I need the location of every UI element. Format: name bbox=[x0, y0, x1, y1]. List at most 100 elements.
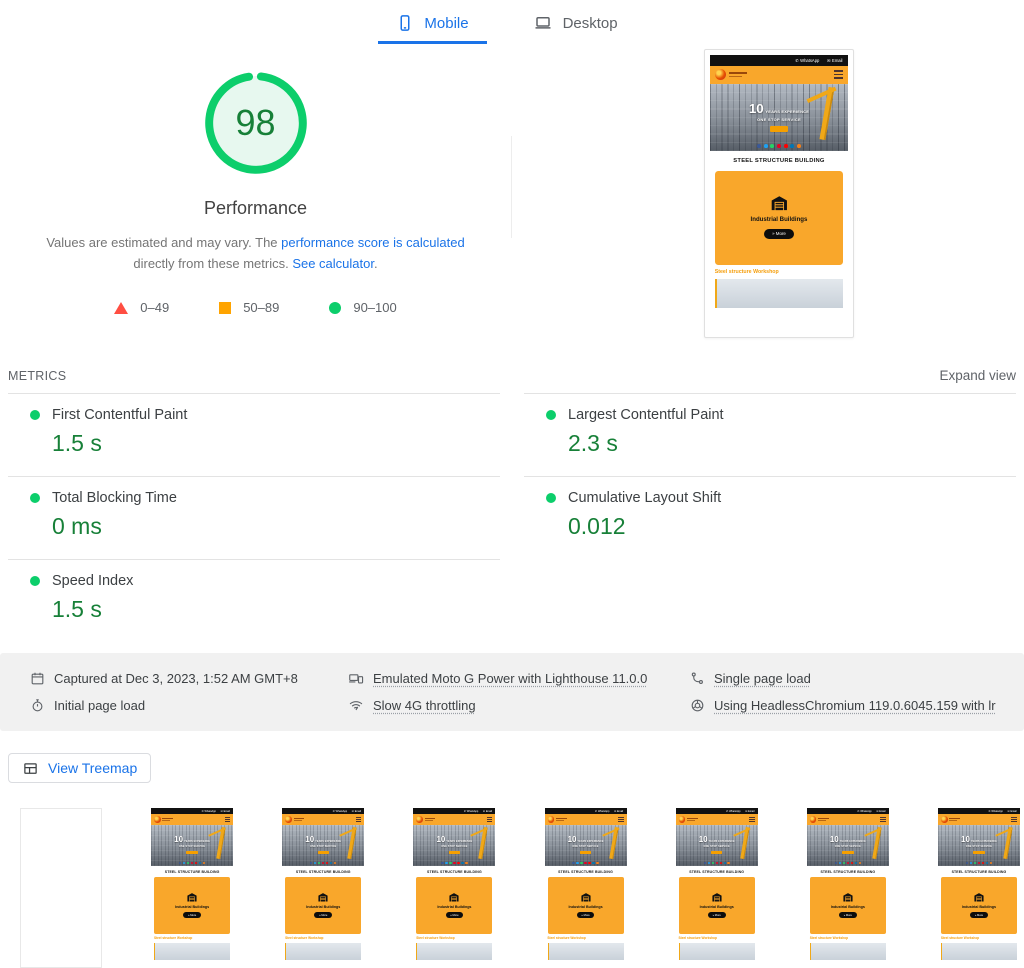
hero-image: 10YEARS EXPERIENCE ONE STOP SERVICE bbox=[282, 825, 364, 865]
final-screenshot-thumbnail[interactable]: ✆WhatsApp ✉Email 10YEARS EXPERIENCE ONE … bbox=[704, 49, 854, 338]
card-more-button: » More bbox=[183, 912, 201, 918]
site-logo-text bbox=[818, 818, 880, 821]
workshop-link: Steel structure Workshop bbox=[547, 936, 623, 940]
category-card: Industrial Buildings » More bbox=[416, 877, 492, 933]
metrics-section-title: METRICS bbox=[8, 369, 66, 383]
filmstrip-frame: ✆WhatsApp ✉Email 10YEARS EXPERIENCE ONE … bbox=[938, 808, 1020, 968]
filmstrip: ✆WhatsApp ✉Email 10YEARS EXPERIENCE ONE … bbox=[0, 808, 1024, 968]
whatsapp-icon: ✆ bbox=[202, 810, 204, 813]
view-treemap-button[interactable]: View Treemap bbox=[8, 753, 151, 783]
hero-line: ONE STOP SERVICE bbox=[757, 117, 801, 122]
throttling-item[interactable]: Slow 4G throttling bbox=[348, 693, 690, 717]
preview-heading: STEEL STRUCTURE BUILDING bbox=[151, 866, 233, 878]
mobile-phone-icon bbox=[396, 14, 414, 32]
hero-line: ONE STOP SERVICE bbox=[179, 845, 205, 848]
legend-square-icon bbox=[219, 302, 231, 314]
preview-topbar: ✆WhatsApp ✉Email bbox=[710, 55, 848, 66]
hero-button bbox=[973, 851, 984, 855]
single-page-load-item[interactable]: Single page load bbox=[690, 666, 1024, 690]
tab-mobile[interactable]: Mobile bbox=[378, 6, 486, 44]
category-card: Industrial Buildings » More bbox=[715, 171, 843, 265]
whatsapp-icon: ✆ bbox=[464, 810, 466, 813]
card-more-button: » More bbox=[446, 912, 464, 918]
card-more-button: » More bbox=[314, 912, 332, 918]
metric-pass-icon bbox=[30, 493, 40, 503]
email-icon: ✉ bbox=[745, 810, 747, 813]
chromium-version-item[interactable]: Using HeadlessChromium 119.0.6045.159 wi… bbox=[690, 693, 1024, 717]
social-icons-row bbox=[282, 862, 364, 864]
hero-subtitle: YEARS EXPERIENCE bbox=[971, 840, 997, 843]
performance-score-link[interactable]: performance score is calculated bbox=[281, 235, 465, 250]
metric-value: 2.3 s bbox=[524, 430, 1016, 457]
metrics-grid: First Contentful Paint 1.5 s Total Block… bbox=[8, 393, 1016, 642]
capture-info-bar: Captured at Dec 3, 2023, 1:52 AM GMT+8 I… bbox=[0, 653, 1024, 731]
metric-name: Speed Index bbox=[52, 573, 133, 589]
card-more-button: » More bbox=[839, 912, 857, 918]
network-throttling-icon bbox=[348, 698, 364, 713]
desktop-laptop-icon bbox=[533, 14, 553, 32]
topbar-label: Email bbox=[832, 58, 842, 63]
preview-heading: STEEL STRUCTURE BUILDING bbox=[413, 866, 495, 878]
preview-heading: STEEL STRUCTURE BUILDING bbox=[710, 151, 848, 171]
tab-label: Desktop bbox=[563, 15, 618, 32]
site-logo-text bbox=[556, 818, 618, 821]
stopwatch-icon bbox=[30, 698, 45, 713]
whatsapp-icon: ✆ bbox=[857, 810, 859, 813]
card-title: Industrial Buildings bbox=[831, 905, 865, 909]
email-icon: ✉ bbox=[352, 810, 354, 813]
hero-image: 10YEARS EXPERIENCE ONE STOP SERVICE bbox=[676, 825, 758, 865]
social-icons-row bbox=[807, 862, 889, 864]
hero-subtitle: YEARS EXPERIENCE bbox=[709, 840, 735, 843]
category-card: Industrial Buildings » More bbox=[285, 877, 361, 933]
hero-line: ONE STOP SERVICE bbox=[704, 845, 730, 848]
filmstrip-frame: ✆WhatsApp ✉Email 10YEARS EXPERIENCE ONE … bbox=[545, 808, 627, 968]
topbar-label: WhatsApp bbox=[800, 58, 819, 63]
preview-navbar bbox=[282, 814, 364, 825]
filmstrip-frame: ✆WhatsApp ✉Email 10YEARS EXPERIENCE ONE … bbox=[282, 808, 364, 968]
see-calculator-link[interactable]: See calculator bbox=[292, 256, 374, 271]
topbar-label: Email bbox=[617, 810, 623, 813]
preview-heading: STEEL STRUCTURE BUILDING bbox=[282, 866, 364, 878]
card-more-button: » More bbox=[970, 912, 988, 918]
card-title: Industrial Buildings bbox=[568, 905, 602, 909]
card-title: Industrial Buildings bbox=[700, 905, 734, 909]
site-logo-text bbox=[294, 818, 356, 821]
legend-range: 90–100 bbox=[353, 300, 396, 315]
metric-first-contentful-paint: First Contentful Paint 1.5 s bbox=[8, 393, 500, 476]
topbar-label: WhatsApp bbox=[860, 810, 871, 813]
topbar-label: WhatsApp bbox=[336, 810, 347, 813]
legend-item-fail: 0–49 bbox=[114, 300, 169, 315]
tab-desktop[interactable]: Desktop bbox=[515, 6, 636, 44]
warehouse-icon bbox=[187, 893, 197, 902]
site-logo bbox=[285, 816, 292, 823]
hero-subtitle: YEARS EXPERIENCE bbox=[577, 840, 603, 843]
performance-score-gauge[interactable]: 98 bbox=[203, 70, 309, 176]
social-icons-row bbox=[151, 862, 233, 864]
category-card: Industrial Buildings » More bbox=[548, 877, 624, 933]
performance-score-value: 98 bbox=[203, 70, 309, 176]
card-more-button: » More bbox=[577, 912, 595, 918]
filmstrip-frame: ✆WhatsApp ✉Email 10YEARS EXPERIENCE ONE … bbox=[413, 808, 495, 968]
hero-subtitle: YEARS EXPERIENCE bbox=[184, 840, 210, 843]
metric-name: First Contentful Paint bbox=[52, 407, 187, 423]
treemap-icon bbox=[22, 761, 39, 776]
warehouse-icon bbox=[581, 893, 591, 902]
emulated-device-item[interactable]: Emulated Moto G Power with Lighthouse 11… bbox=[348, 666, 690, 690]
warehouse-icon bbox=[449, 893, 459, 902]
card-title: Industrial Buildings bbox=[437, 905, 471, 909]
expand-view-button[interactable]: Expand view bbox=[939, 368, 1016, 383]
metric-value: 1.5 s bbox=[8, 596, 500, 623]
workshop-link: Steel structure Workshop bbox=[810, 936, 886, 940]
hero-button bbox=[842, 851, 853, 855]
site-preview-page: ✆WhatsApp ✉Email 10YEARS EXPERIENCE ONE … bbox=[282, 808, 364, 968]
site-logo bbox=[416, 816, 423, 823]
metric-name: Total Blocking Time bbox=[52, 490, 177, 506]
topbar-label: Email bbox=[486, 810, 492, 813]
menu-icon bbox=[1011, 817, 1017, 822]
device-tabs: Mobile Desktop bbox=[0, 0, 1024, 44]
metric-total-blocking-time: Total Blocking Time 0 ms bbox=[8, 476, 500, 559]
menu-icon bbox=[487, 817, 493, 822]
preview-navbar bbox=[676, 814, 758, 825]
whatsapp-icon: ✆ bbox=[726, 810, 728, 813]
topbar-label: Email bbox=[355, 810, 361, 813]
